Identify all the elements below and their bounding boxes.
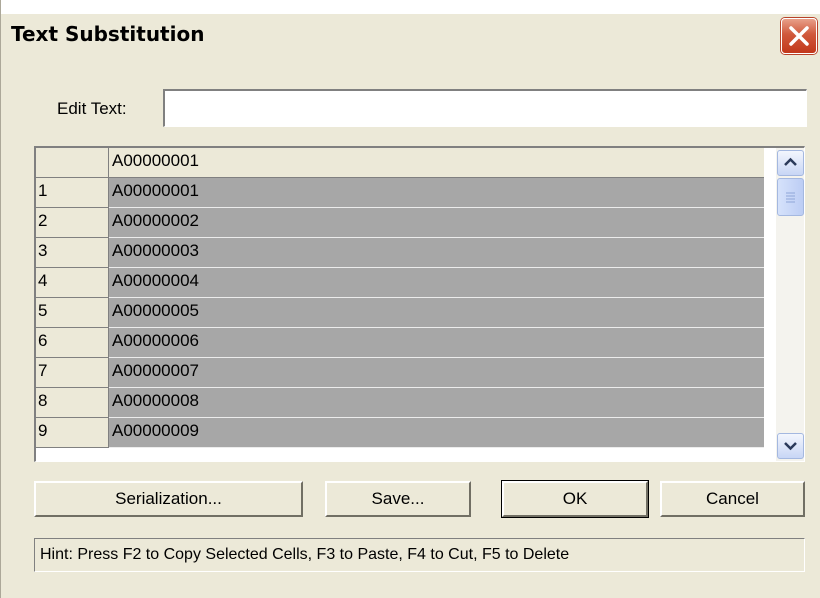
row-number-cell[interactable]: 1	[36, 178, 109, 208]
scrollbar-thumb[interactable]	[777, 178, 804, 216]
close-icon	[789, 26, 809, 46]
grid-rows: A00000001 1 A00000001 2 A00000002 3 A000…	[36, 148, 764, 448]
value-cell[interactable]: A00000001	[109, 178, 764, 208]
value-cell[interactable]: A00000004	[109, 268, 764, 298]
row-number-cell[interactable]: 8	[36, 388, 109, 418]
table-row[interactable]: 6 A00000006	[36, 328, 764, 358]
row-number-cell[interactable]: 5	[36, 298, 109, 328]
grid-header-row[interactable]: A00000001	[36, 148, 764, 178]
header-value-cell[interactable]: A00000001	[109, 148, 764, 178]
row-number-cell[interactable]: 2	[36, 208, 109, 238]
table-row[interactable]: 8 A00000008	[36, 388, 764, 418]
ok-button[interactable]: OK	[502, 481, 648, 517]
close-button[interactable]	[781, 18, 817, 54]
vertical-scrollbar[interactable]	[776, 148, 804, 461]
row-number-cell[interactable]: 7	[36, 358, 109, 388]
text-substitution-dialog: Text Substitution Edit Text: A00000001 1…	[0, 0, 820, 598]
value-cell[interactable]: A00000009	[109, 418, 764, 448]
scroll-down-button[interactable]	[777, 433, 804, 459]
serialization-button[interactable]: Serialization...	[34, 481, 303, 517]
table-row[interactable]: 7 A00000007	[36, 358, 764, 388]
table-row[interactable]: 3 A00000003	[36, 238, 764, 268]
chevron-down-icon	[784, 442, 797, 451]
header-corner-cell[interactable]	[36, 148, 109, 178]
table-row[interactable]: 9 A00000009	[36, 418, 764, 448]
value-cell[interactable]: A00000003	[109, 238, 764, 268]
cancel-button[interactable]: Cancel	[660, 481, 805, 517]
hint-text: Hint: Press F2 to Copy Selected Cells, F…	[34, 538, 805, 572]
row-number-cell[interactable]: 6	[36, 328, 109, 358]
row-number-cell[interactable]: 9	[36, 418, 109, 448]
edit-text-field[interactable]	[163, 89, 807, 127]
grip-icon	[786, 192, 795, 203]
row-number-cell[interactable]: 4	[36, 268, 109, 298]
value-cell[interactable]: A00000008	[109, 388, 764, 418]
scroll-up-button[interactable]	[777, 150, 804, 176]
title-bar-top	[1, 0, 820, 14]
table-row[interactable]: 4 A00000004	[36, 268, 764, 298]
value-cell[interactable]: A00000006	[109, 328, 764, 358]
value-cell[interactable]: A00000002	[109, 208, 764, 238]
table-row[interactable]: 1 A00000001	[36, 178, 764, 208]
dialog-title: Text Substitution	[11, 22, 205, 46]
value-cell[interactable]: A00000007	[109, 358, 764, 388]
table-row[interactable]: 5 A00000005	[36, 298, 764, 328]
save-button[interactable]: Save...	[325, 481, 471, 517]
value-cell[interactable]: A00000005	[109, 298, 764, 328]
chevron-up-icon	[784, 157, 797, 166]
edit-text-label: Edit Text:	[57, 99, 127, 118]
substitution-grid[interactable]: A00000001 1 A00000001 2 A00000002 3 A000…	[34, 146, 805, 462]
row-number-cell[interactable]: 3	[36, 238, 109, 268]
table-row[interactable]: 2 A00000002	[36, 208, 764, 238]
